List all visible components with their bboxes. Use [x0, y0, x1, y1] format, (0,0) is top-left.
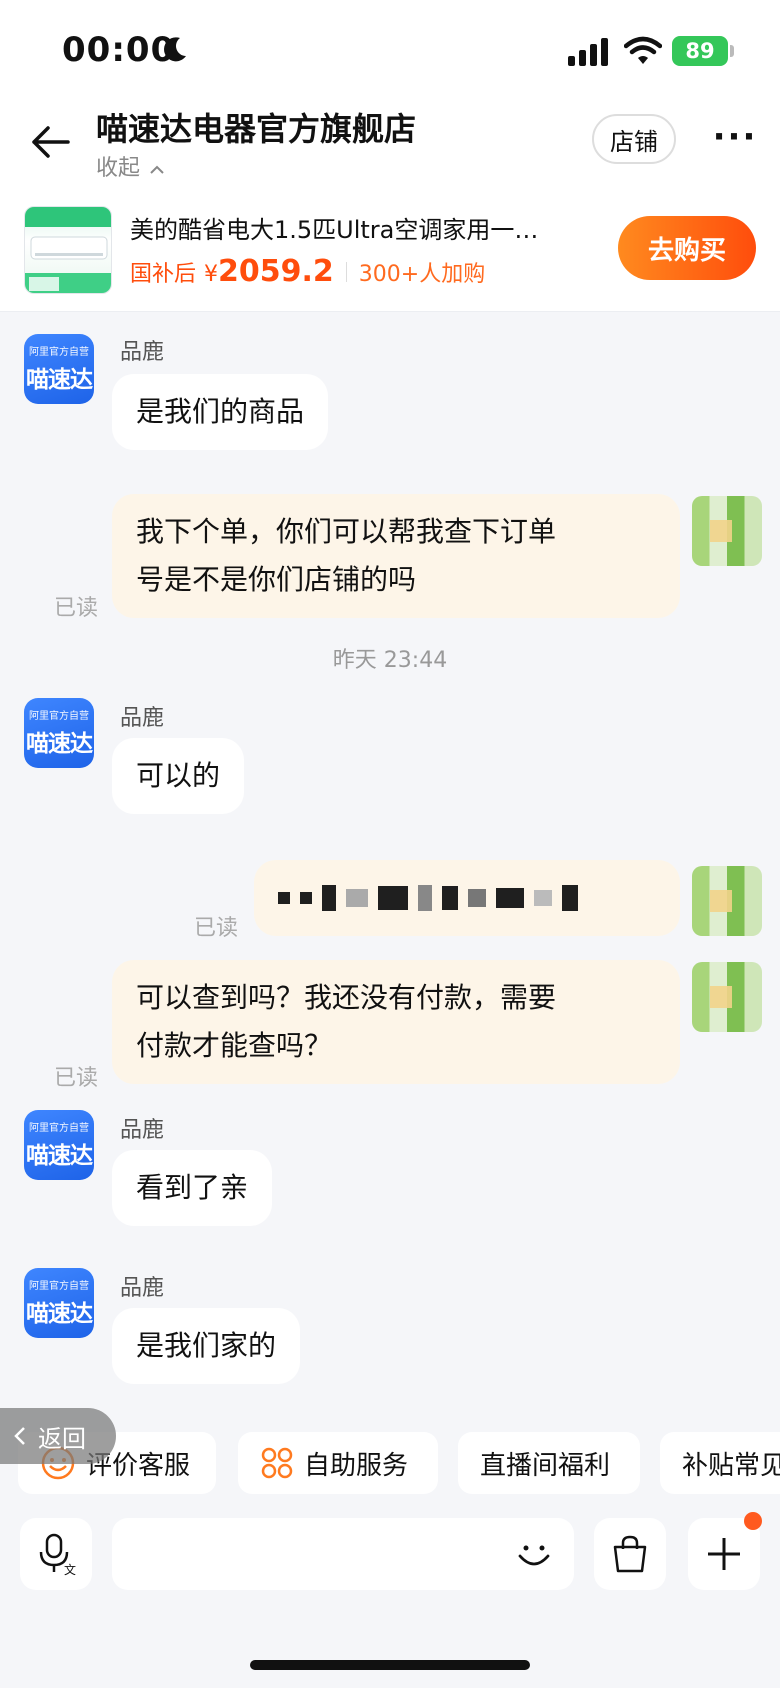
- read-receipt: 已读: [54, 1066, 99, 1091]
- chat-timestamp: 昨天 23:44: [332, 648, 448, 673]
- collapse-toggle[interactable]: 收起: [96, 150, 165, 182]
- home-indicator: [250, 1660, 530, 1670]
- sender-name: 品鹿: [120, 1276, 165, 1301]
- shop-avatar[interactable]: 阿里官方自营 喵速达: [24, 334, 94, 404]
- product-title: 美的酷省电大1.5匹Ultra空调家用一…: [130, 216, 539, 244]
- store-button[interactable]: 店铺: [592, 114, 676, 164]
- back-pill-label: 返回: [38, 1424, 86, 1453]
- message-bubble-incoming[interactable]: 可以的: [112, 738, 245, 814]
- plus-icon: [708, 1538, 740, 1570]
- shop-avatar[interactable]: 阿里官方自营 喵速达: [24, 1268, 94, 1338]
- shopping-bag-button[interactable]: [594, 1518, 666, 1590]
- message-line: 我下个单，你们可以帮我查下订单: [136, 515, 557, 548]
- emoji-icon[interactable]: [512, 1532, 556, 1576]
- quick-actions-bar: 评价客服 自助服务 直播间福利 补贴常见: [0, 1428, 780, 1498]
- back-arrow-icon[interactable]: [28, 120, 72, 164]
- read-receipt: 已读: [54, 596, 99, 621]
- avatar-main-text: 喵速达: [26, 367, 93, 393]
- shopping-bag-icon: [613, 1535, 647, 1573]
- floating-back-button[interactable]: 返回: [0, 1408, 116, 1464]
- buyers-count: 300+人加购: [358, 262, 486, 287]
- voice-button[interactable]: 文: [20, 1518, 92, 1590]
- sender-name: 品鹿: [120, 1118, 165, 1143]
- message-line: 可以查到吗？我还没有付款，需要: [136, 981, 557, 1014]
- notification-dot: [744, 1512, 762, 1530]
- product-thumbnail: [24, 206, 112, 294]
- apps-icon: [261, 1447, 293, 1479]
- chip-label: 自助服务: [304, 1450, 409, 1481]
- message-line: 号是不是你们店铺的吗: [136, 563, 417, 596]
- moon-icon: [164, 37, 186, 62]
- buy-button[interactable]: 去购买: [618, 216, 756, 280]
- read-receipt: 已读: [194, 916, 239, 941]
- avatar-top-text: 阿里官方自营: [29, 1281, 89, 1292]
- message-line: 付款才能查吗？: [136, 1029, 333, 1062]
- collapse-label: 收起: [96, 156, 141, 181]
- shop-avatar[interactable]: 阿里官方自营 喵速达: [24, 698, 94, 768]
- chat-header: 喵速达电器官方旗舰店 收起 店铺 ···: [0, 100, 780, 200]
- chip-label: 补贴常见: [682, 1450, 780, 1481]
- status-bar: 00:00 89: [0, 0, 780, 100]
- chip-subsidy-faq[interactable]: 补贴常见: [660, 1432, 780, 1494]
- sender-name: 品鹿: [120, 340, 165, 365]
- message-input-bar: 文: [0, 1510, 780, 1610]
- avatar-main-text: 喵速达: [26, 731, 93, 757]
- wifi-icon: [624, 36, 662, 64]
- user-avatar[interactable]: [692, 962, 762, 1032]
- svg-text:文: 文: [64, 1562, 76, 1576]
- chevron-left-icon: [14, 1427, 25, 1445]
- price-label: 国补后: [130, 262, 197, 287]
- message-bubble-outgoing[interactable]: 可以查到吗？我还没有付款，需要 付款才能查吗？: [112, 960, 680, 1084]
- price-currency: ¥: [204, 262, 219, 287]
- message-input[interactable]: [112, 1518, 574, 1590]
- user-avatar[interactable]: [692, 866, 762, 936]
- avatar-top-text: 阿里官方自营: [29, 711, 89, 722]
- user-avatar[interactable]: [692, 496, 762, 566]
- price-divider: [345, 261, 347, 282]
- battery-indicator: 89: [672, 36, 728, 66]
- chevron-up-icon: [150, 165, 164, 174]
- avatar-main-text: 喵速达: [26, 1301, 93, 1327]
- chip-label: 直播间福利: [480, 1450, 611, 1481]
- sender-name: 品鹿: [120, 706, 165, 731]
- product-price-row: 国补后 ¥ 2059.2 300+人加购: [130, 254, 485, 289]
- battery-nub: [730, 45, 734, 57]
- more-options-icon[interactable]: ···: [712, 120, 758, 162]
- more-actions-button[interactable]: [688, 1512, 762, 1590]
- chip-self-service[interactable]: 自助服务: [238, 1432, 438, 1494]
- message-bubble-outgoing-redacted[interactable]: [254, 860, 680, 936]
- signal-icon: [568, 38, 608, 66]
- avatar-top-text: 阿里官方自营: [29, 347, 89, 358]
- redacted-content: [278, 874, 656, 922]
- air-conditioner-image: [25, 207, 111, 293]
- chip-live-room-benefits[interactable]: 直播间福利: [458, 1432, 640, 1494]
- message-bubble-incoming[interactable]: 是我们家的: [112, 1308, 301, 1384]
- microphone-icon: 文: [39, 1533, 76, 1576]
- message-bubble-outgoing[interactable]: 我下个单，你们可以帮我查下订单 号是不是你们店铺的吗: [112, 494, 680, 618]
- message-bubble-incoming[interactable]: 看到了亲: [112, 1150, 273, 1226]
- shop-name: 喵速达电器官方旗舰店: [96, 110, 417, 148]
- avatar-top-text: 阿里官方自营: [29, 1123, 89, 1134]
- product-card[interactable]: 美的酷省电大1.5匹Ultra空调家用一… 国补后 ¥ 2059.2 300+人…: [0, 200, 780, 312]
- message-bubble-incoming[interactable]: 是我们的商品: [112, 374, 329, 450]
- shop-avatar[interactable]: 阿里官方自营 喵速达: [24, 1110, 94, 1180]
- product-price: 2059.2: [218, 254, 334, 289]
- avatar-main-text: 喵速达: [26, 1143, 93, 1169]
- status-time: 00:00: [62, 30, 176, 70]
